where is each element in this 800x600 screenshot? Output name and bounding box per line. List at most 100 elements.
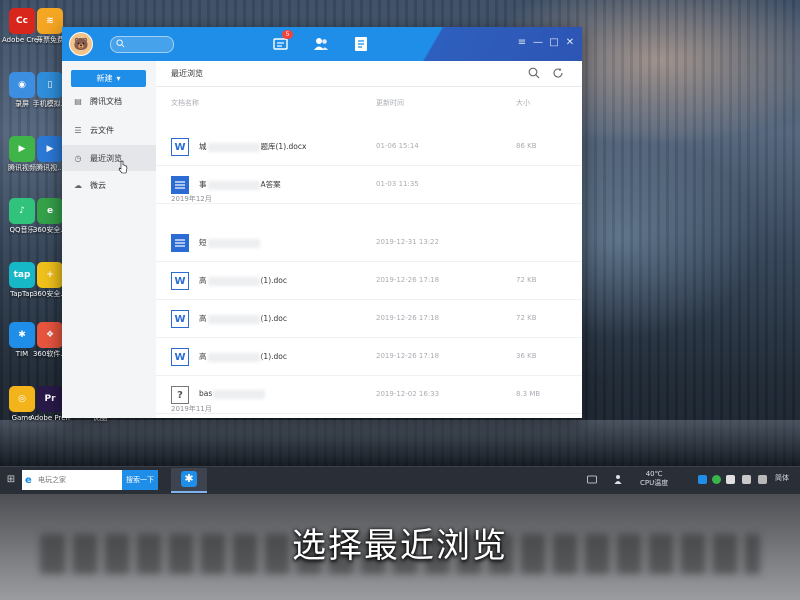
taskbar-app-tim[interactable]: ✱ <box>171 468 207 493</box>
start-icon[interactable]: ⊞ <box>3 472 19 488</box>
360-security-icon: e <box>37 198 63 224</box>
volume-icon[interactable] <box>742 475 751 484</box>
file-name: 城 题库(1).docx <box>199 141 306 152</box>
message-badge: 5 <box>282 30 293 39</box>
file-name: 事 A答案 <box>199 179 281 190</box>
notification-icon[interactable] <box>758 475 767 484</box>
file-name-start: 高 <box>199 314 207 323</box>
messages-icon[interactable]: 5 <box>272 30 293 53</box>
file-row[interactable]: W 城 题库(1).docx 01-06 15:14 86 KB <box>156 128 582 166</box>
tim-tray-icon[interactable] <box>698 475 707 484</box>
desktop: CcAdobe Creati...≋开票免费◉录屏▯手机模拟...▶腾讯视频▶腾… <box>0 0 800 600</box>
taskbar-search-box: e <box>22 470 122 490</box>
menu-icon[interactable]: ≡ <box>516 37 528 49</box>
redacted-text <box>207 180 260 190</box>
file-updated-time: 2019-12-26 17:18 <box>376 314 440 322</box>
360-guard-icon: + <box>37 262 63 288</box>
ie-browser-icon: e <box>25 475 32 486</box>
header-divider <box>156 86 582 87</box>
file-name-end: (1).doc <box>260 314 287 323</box>
adobe-premiere-icon: Pr <box>37 386 63 412</box>
sidebar-item[interactable]: ☰ 云文件 <box>62 117 156 143</box>
file-name-start: 短 <box>199 238 207 247</box>
file-row[interactable]: 短 2019-12-31 13:22 <box>156 224 582 262</box>
sidebar-item[interactable]: ☁ 微云 <box>62 172 156 198</box>
redacted-text <box>207 142 260 152</box>
chevron-down-icon: ▾ <box>116 74 121 83</box>
file-name: 短 <box>199 237 261 248</box>
contacts-icon[interactable] <box>312 35 330 53</box>
file-name-end: A答案 <box>260 180 281 189</box>
weiyun-cloud-icon: ☁ <box>74 180 82 190</box>
mouse-cursor-icon <box>118 160 128 174</box>
redacted-text <box>207 314 260 324</box>
documents-icon[interactable] <box>352 35 370 53</box>
360-software-icon: ❖ <box>37 322 63 348</box>
refresh-icon[interactable] <box>552 67 564 79</box>
minimize-icon[interactable]: — <box>532 37 544 49</box>
wallpaper-horizon <box>0 420 800 470</box>
file-row[interactable]: 事 A答案 01-03 11:35 <box>156 166 582 204</box>
network-icon[interactable] <box>726 475 735 484</box>
search-icon[interactable] <box>528 67 540 79</box>
file-row[interactable]: W 高 (1).doc 2019-12-26 17:18 72 KB <box>156 300 582 338</box>
file-size: 72 KB <box>516 314 537 322</box>
file-row[interactable]: W 高 (1).doc 2019-12-26 17:18 36 KB <box>156 338 582 376</box>
taskbar-search-button[interactable]: 搜索一下 <box>122 470 158 490</box>
file-updated-time: 2019-12-02 16:33 <box>376 390 440 398</box>
keyboard-icon[interactable] <box>587 475 597 484</box>
documents-icon-svg <box>355 37 367 51</box>
360-tray-icon[interactable] <box>712 475 721 484</box>
tencent-video-icon: ▶ <box>37 136 63 162</box>
phone-emulator-icon: ▯ <box>37 72 63 98</box>
cpu-temperature[interactable]: 40℃ CPU温度 <box>640 470 668 488</box>
close-icon[interactable]: ✕ <box>564 37 576 49</box>
file-size: 86 KB <box>516 142 537 150</box>
redacted-text <box>207 238 260 248</box>
avatar[interactable]: 🐻 <box>69 32 93 56</box>
taskbar-search-input[interactable] <box>38 470 120 490</box>
cloud-file-icon: ☰ <box>74 125 82 135</box>
redacted-text <box>207 276 260 286</box>
file-name: 高 (1).doc <box>199 275 287 286</box>
file-name-start: 高 <box>199 276 207 285</box>
file-size: 72 KB <box>516 276 537 284</box>
redacted-text <box>207 352 260 362</box>
sidebar-item-label: 云文件 <box>90 125 114 135</box>
cpu-temperature-value: 40℃ <box>645 470 663 478</box>
file-updated-time: 2019-12-26 17:18 <box>376 276 440 284</box>
maximize-icon[interactable]: □ <box>548 37 560 49</box>
file-name-end: (1).doc <box>260 276 287 285</box>
file-name: 高 (1).doc <box>199 313 287 324</box>
tim-icon: ✱ <box>181 471 197 487</box>
video-subtitle: 选择最近浏览 <box>292 526 508 566</box>
ime-language[interactable]: 简体 <box>775 473 789 483</box>
column-header-time[interactable]: 更新时间 <box>376 98 404 108</box>
document-file-icon <box>171 176 189 194</box>
column-header-name[interactable]: 文档名称 <box>171 98 199 108</box>
sidebar-item[interactable]: ▤ 腾讯文档 <box>62 88 156 114</box>
file-name-end: (1).doc <box>260 352 287 361</box>
word-file-icon: W <box>171 348 189 366</box>
redacted-text <box>213 389 266 399</box>
sidebar-item[interactable]: ◷ 最近浏览 <box>62 145 156 171</box>
new-document-button[interactable]: 新建 ▾ <box>71 70 146 87</box>
file-updated-time: 01-03 11:35 <box>376 180 419 188</box>
file-row[interactable]: W 高 (1).doc 2019-12-26 17:18 72 KB <box>156 262 582 300</box>
search-input[interactable] <box>110 36 174 53</box>
title-bar: 🐻 5 ≡ — □ ✕ <box>62 27 582 61</box>
people-icon[interactable] <box>614 474 624 485</box>
file-name-start: bas <box>199 389 213 398</box>
word-file-icon: W <box>171 272 189 290</box>
file-row[interactable]: ? bas 2019-12-02 16:33 8.3 MB <box>156 376 582 414</box>
sidebar-item-label: 微云 <box>90 180 106 190</box>
new-button-label: 新建 <box>96 74 113 83</box>
sidebar: 新建 ▾ ▤ 腾讯文档 ☰ 云文件 ◷ 最近浏览 ☁ 微云 <box>62 61 156 418</box>
search-icon <box>116 39 125 48</box>
file-updated-time: 2019-12-26 17:18 <box>376 352 440 360</box>
word-file-icon: W <box>171 138 189 156</box>
file-size: 8.3 MB <box>516 390 541 398</box>
sidebar-item-label: 腾讯文档 <box>90 96 122 106</box>
column-header-size[interactable]: 大小 <box>516 98 530 108</box>
wifi-icon: ≋ <box>37 8 63 34</box>
